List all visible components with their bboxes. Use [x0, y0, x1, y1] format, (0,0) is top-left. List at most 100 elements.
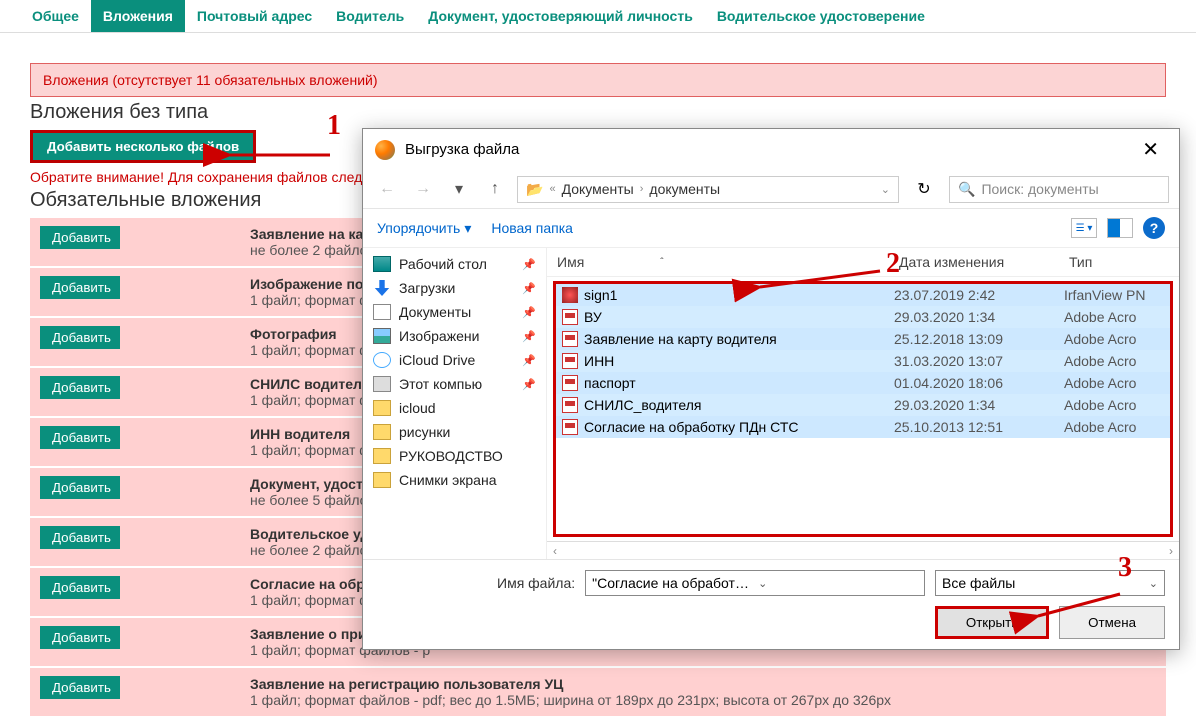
close-icon[interactable]: ✕ — [1134, 137, 1167, 162]
filename-input[interactable]: "Согласие на обработку ПДн СТС" "sign1 ⌄ — [585, 570, 925, 596]
sidebar-item-label: iCloud Drive — [399, 352, 475, 368]
tab-5[interactable]: Водительское удостоверение — [705, 0, 937, 32]
pin-icon: 📌 — [522, 258, 536, 271]
file-icon — [562, 375, 578, 391]
file-list[interactable]: sign123.07.2019 2:42IrfanView PNВУ29.03.… — [553, 281, 1173, 537]
file-date: 31.03.2020 13:07 — [894, 353, 1064, 369]
column-type[interactable]: Тип — [1069, 254, 1169, 270]
sidebar-item[interactable]: Снимки экрана — [363, 468, 546, 492]
file-name-text: ИНН — [584, 353, 614, 369]
file-row[interactable]: sign123.07.2019 2:42IrfanView PN — [556, 284, 1170, 306]
sidebar-item[interactable]: Изображени📌 — [363, 324, 546, 348]
file-icon — [562, 331, 578, 347]
view-mode-button[interactable]: ☰ ▾ — [1071, 218, 1097, 238]
tab-3[interactable]: Водитель — [324, 0, 416, 32]
file-name-text: sign1 — [584, 287, 617, 303]
organize-menu[interactable]: Упорядочить▾ — [377, 220, 471, 237]
back-button[interactable]: ← — [373, 175, 401, 203]
column-name[interactable]: Имя — [557, 254, 584, 270]
cancel-button[interactable]: Отмена — [1059, 606, 1165, 639]
annotation-3: 3 — [1118, 552, 1132, 584]
file-row[interactable]: СНИЛС_водителя29.03.2020 1:34Adobe Acro — [556, 394, 1170, 416]
search-icon: 🔍 — [958, 181, 975, 198]
sidebar-item-label: Документы — [399, 304, 471, 320]
tabs-bar: ОбщееВложенияПочтовый адресВодительДокум… — [0, 0, 1196, 33]
chevron-down-icon[interactable]: ⌄ — [752, 577, 918, 590]
dialog-footer: Имя файла: "Согласие на обработку ПДн СТ… — [363, 559, 1179, 649]
folder-icon — [373, 328, 391, 344]
tab-2[interactable]: Почтовый адрес — [185, 0, 324, 32]
add-multiple-files-button[interactable]: Добавить несколько файлов — [30, 130, 256, 163]
attachment-detail: 1 файл; формат файлов - pdf; вес до 1.5М… — [250, 692, 891, 708]
sidebar-item[interactable]: iCloud Drive📌 — [363, 348, 546, 372]
pin-icon: 📌 — [522, 330, 536, 343]
sidebar-item[interactable]: Рабочий стол 📌 — [363, 252, 546, 276]
chevron-down-icon[interactable]: ▾ — [445, 175, 473, 203]
crumb-1[interactable]: документы — [649, 181, 720, 197]
dialog-title: Выгрузка файла — [405, 141, 1124, 158]
sidebar-item-label: рисунки — [399, 424, 450, 440]
sidebar-item[interactable]: Загрузки📌 — [363, 276, 546, 300]
sidebar-item-label: icloud — [399, 400, 436, 416]
add-button[interactable]: Добавить — [40, 476, 120, 499]
tab-0[interactable]: Общее — [20, 0, 91, 32]
sidebar-item[interactable]: РУКОВОДСТВО — [363, 444, 546, 468]
sidebar-item[interactable]: Документы📌 — [363, 300, 546, 324]
dialog-titlebar: Выгрузка файла ✕ — [363, 129, 1179, 170]
crumb-0[interactable]: Документы — [562, 181, 634, 197]
horizontal-scrollbar[interactable]: ‹ › — [547, 541, 1179, 559]
file-row[interactable]: ВУ29.03.2020 1:34Adobe Acro — [556, 306, 1170, 328]
tab-4[interactable]: Документ, удостоверяющий личность — [416, 0, 705, 32]
file-row[interactable]: ИНН31.03.2020 13:07Adobe Acro — [556, 350, 1170, 372]
scroll-left-icon[interactable]: ‹ — [553, 544, 557, 558]
add-button[interactable]: Добавить — [40, 576, 120, 599]
sidebar-item[interactable]: icloud — [363, 396, 546, 420]
file-row[interactable]: паспорт01.04.2020 18:06Adobe Acro — [556, 372, 1170, 394]
firefox-icon — [375, 140, 395, 160]
add-button[interactable]: Добавить — [40, 226, 120, 249]
sidebar-item-label: Загрузки — [399, 280, 455, 296]
sidebar-item[interactable]: рисунки — [363, 420, 546, 444]
help-icon[interactable]: ? — [1143, 217, 1165, 239]
file-date: 23.07.2019 2:42 — [894, 287, 1064, 303]
folder-icon — [373, 376, 391, 392]
tab-1[interactable]: Вложения — [91, 0, 185, 32]
preview-pane-button[interactable] — [1107, 218, 1133, 238]
folder-icon — [373, 256, 391, 272]
add-button[interactable]: Добавить — [40, 326, 120, 349]
file-type: Adobe Acro — [1064, 375, 1164, 391]
search-input[interactable]: 🔍 Поиск: документы — [949, 176, 1169, 203]
open-button[interactable]: Открыть — [935, 606, 1049, 639]
dialog-sidebar: Рабочий стол📌Загрузки📌Документы📌Изображе… — [363, 248, 547, 559]
add-button[interactable]: Добавить — [40, 626, 120, 649]
add-button[interactable]: Добавить — [40, 526, 120, 549]
filename-value: "Согласие на обработку ПДн СТС" "sign1 — [592, 575, 752, 591]
file-row[interactable]: Заявление на карту водителя25.12.2018 13… — [556, 328, 1170, 350]
breadcrumb[interactable]: 📂 « Документы › документы ⌄ — [517, 176, 899, 203]
forward-button[interactable]: → — [409, 175, 437, 203]
new-folder-button[interactable]: Новая папка — [491, 220, 573, 236]
sidebar-item-label: Этот компью — [399, 376, 482, 392]
file-icon — [562, 309, 578, 325]
file-row[interactable]: Согласие на обработку ПДн СТС25.10.2013 … — [556, 416, 1170, 438]
file-icon — [562, 419, 578, 435]
add-button[interactable]: Добавить — [40, 376, 120, 399]
folder-icon — [373, 304, 391, 320]
column-date[interactable]: Дата изменения — [899, 254, 1069, 270]
add-button[interactable]: Добавить — [40, 276, 120, 299]
add-button[interactable]: Добавить — [40, 676, 120, 699]
up-button[interactable]: ↑ — [481, 175, 509, 203]
refresh-button[interactable]: ↻ — [907, 174, 941, 204]
filename-label: Имя файла: — [497, 575, 575, 591]
chevron-down-icon[interactable]: ⌄ — [881, 183, 890, 196]
sidebar-item-label: Рабочий стол — [399, 256, 487, 272]
sidebar-item[interactable]: Этот компью📌 — [363, 372, 546, 396]
file-name-text: ВУ — [584, 309, 602, 325]
folder-icon — [373, 424, 391, 440]
file-name-text: Заявление на карту водителя — [584, 331, 777, 347]
scroll-right-icon[interactable]: › — [1169, 544, 1173, 558]
file-type: Adobe Acro — [1064, 309, 1164, 325]
add-button[interactable]: Добавить — [40, 426, 120, 449]
file-upload-dialog: Выгрузка файла ✕ ← → ▾ ↑ 📂 « Документы ›… — [362, 128, 1180, 650]
annotation-1: 1 — [327, 110, 341, 142]
